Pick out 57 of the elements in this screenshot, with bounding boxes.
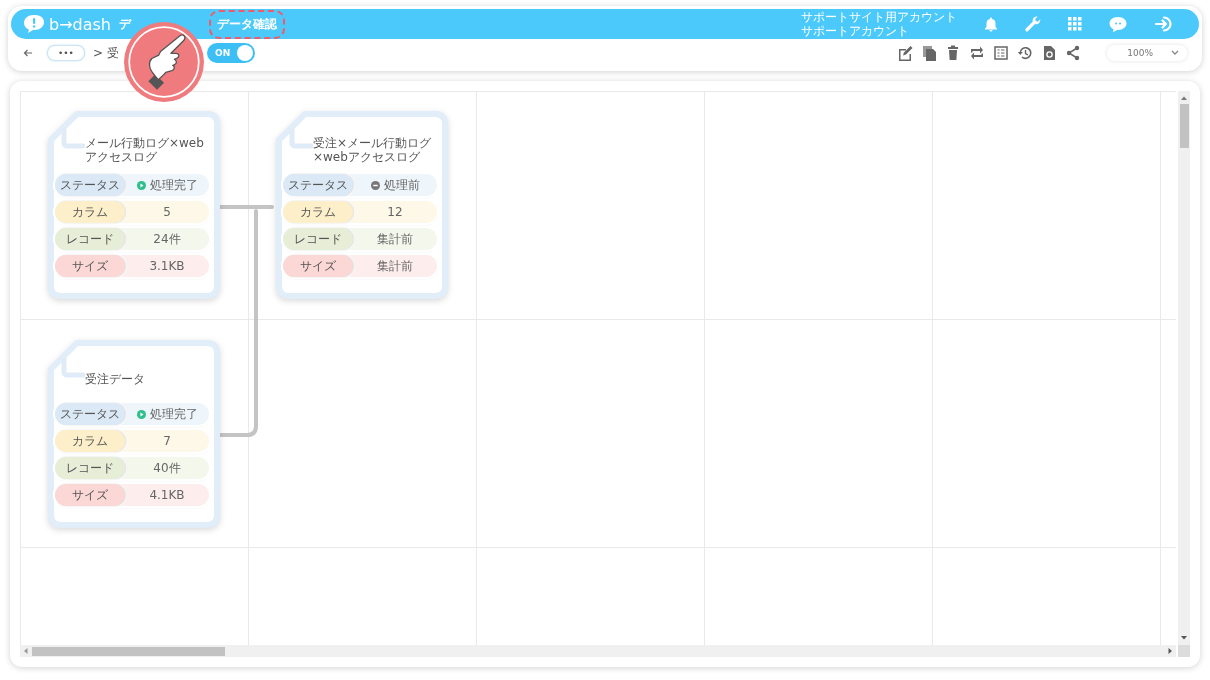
corner-fold-icon (61, 128, 85, 150)
row-label: カラム (55, 201, 125, 223)
row-value: 5 (163, 205, 171, 219)
row-value: 処理完了 (149, 176, 198, 194)
row-value: 処理前 (383, 176, 420, 194)
edit-icon[interactable] (897, 45, 914, 61)
row-label: ステータス (55, 174, 125, 196)
horizontal-scrollbar[interactable] (20, 645, 1176, 657)
row-label: ステータス (283, 174, 353, 196)
corner-fold-icon (289, 128, 313, 150)
file-refresh-icon[interactable] (1041, 45, 1058, 61)
row-value: 40件 (153, 459, 181, 477)
scrollbar-thumb[interactable] (1180, 104, 1189, 148)
history-icon[interactable] (1017, 45, 1034, 61)
zoom-select[interactable]: 100% (1107, 45, 1187, 61)
account-name: サポートサイト用アカウント (801, 10, 957, 24)
node-title: メール行動ログ×webアクセスログ (85, 136, 205, 164)
row-label: ステータス (55, 403, 125, 425)
list-icon[interactable] (993, 45, 1010, 61)
row-value: 24件 (153, 230, 181, 248)
row-label: レコード (283, 228, 353, 250)
grid-icon[interactable] (1068, 17, 1082, 31)
share-icon[interactable] (1065, 45, 1082, 61)
row-value: 集計前 (377, 257, 413, 275)
back-arrow-icon[interactable] (23, 49, 33, 57)
breadcrumb-item[interactable]: > (92, 46, 103, 60)
vertical-scrollbar[interactable] (1178, 91, 1190, 645)
scrollbar-thumb[interactable] (32, 647, 225, 656)
row-value: 12 (387, 205, 403, 219)
speech-bubble-icon (23, 14, 45, 34)
logout-icon[interactable] (1154, 15, 1174, 33)
more-button[interactable]: ••• (47, 45, 85, 61)
row-value: 3.1KB (149, 259, 185, 273)
node-title: 受注データ (85, 372, 145, 386)
bell-icon[interactable] (984, 16, 998, 32)
row-label: サイズ (55, 255, 125, 277)
corner-fold-icon (61, 357, 85, 379)
row-value: 4.1KB (149, 488, 185, 502)
row-label: レコード (55, 228, 125, 250)
row-value: 集計前 (377, 230, 413, 248)
wrench-icon[interactable] (1024, 15, 1042, 33)
row-label: サイズ (55, 484, 125, 506)
chat-bubble-icon[interactable] (1108, 15, 1128, 33)
account-name: サポートアカウント (801, 24, 910, 38)
row-value: 7 (163, 434, 171, 448)
row-label: サイズ (283, 255, 353, 277)
row-label: カラム (55, 430, 125, 452)
copy-icon[interactable] (921, 45, 938, 61)
row-label: レコード (55, 457, 125, 479)
row-label: カラム (283, 201, 353, 223)
chevron-down-icon (1171, 50, 1179, 56)
swap-icon[interactable] (969, 45, 986, 61)
scrollbar-corner (1178, 645, 1190, 657)
breadcrumb-item[interactable]: 受 (107, 44, 119, 62)
node-title: 受注×メール行動ログ×webアクセスログ (313, 136, 433, 164)
logo-text: b→dash (49, 14, 111, 34)
row-value: 処理完了 (149, 405, 198, 423)
